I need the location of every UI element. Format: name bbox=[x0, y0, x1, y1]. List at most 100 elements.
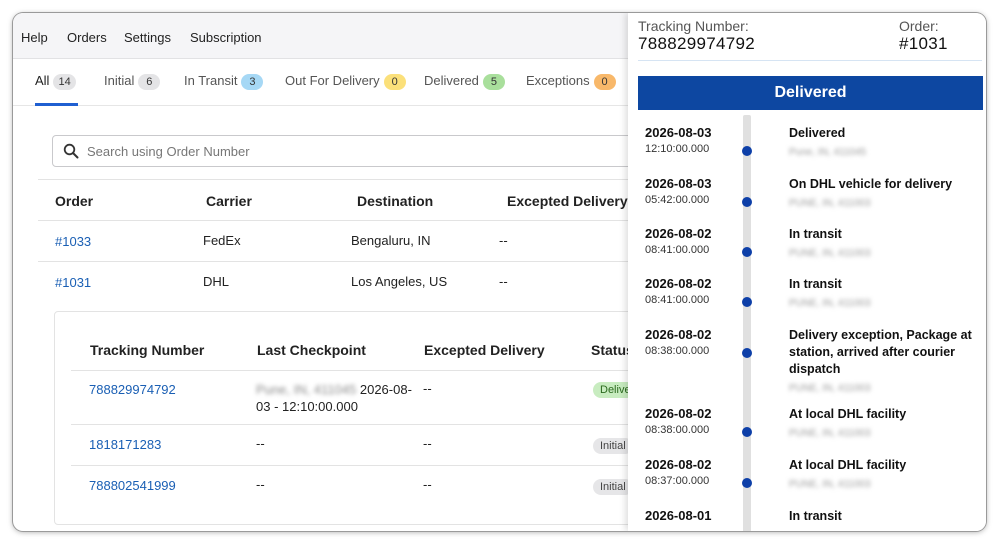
carrier-cell: DHL bbox=[203, 274, 230, 289]
event-location: PUNE, IN, 411003 bbox=[789, 248, 871, 259]
col-header-carrier[interactable]: Carrier bbox=[206, 193, 252, 209]
expected-delivery-cell: -- bbox=[499, 233, 508, 248]
tab-delivered[interactable]: Delivered 5 bbox=[424, 73, 505, 90]
divider bbox=[638, 60, 982, 61]
event-description: Delivery exception, Package at station, … bbox=[789, 327, 979, 397]
active-tab-indicator bbox=[35, 103, 78, 106]
col-header-tracking-number[interactable]: Tracking Number bbox=[90, 342, 204, 358]
tab-count-badge: 6 bbox=[138, 74, 161, 90]
event-description: In transit PUNE, IN, 411003 bbox=[789, 226, 979, 262]
expected-delivery-cell: -- bbox=[499, 274, 508, 289]
event-title: At local DHL facility bbox=[789, 458, 907, 472]
event-date: 2026-08-02 bbox=[645, 406, 712, 421]
tab-initial[interactable]: Initial 6 bbox=[104, 73, 161, 90]
tab-out-for-delivery[interactable]: Out For Delivery 0 bbox=[285, 73, 406, 90]
last-checkpoint-cell: Pune, IN, 411045 2026-08- 03 - 12:10:00.… bbox=[256, 381, 412, 415]
tab-label: Delivered bbox=[424, 73, 479, 88]
status-badge: Initial bbox=[593, 479, 633, 495]
event-location: PUNE, IN, 411003 bbox=[789, 383, 871, 394]
timeline-dot bbox=[742, 478, 752, 488]
event-location: PUNE, IN, 411003 bbox=[789, 428, 871, 439]
search-input[interactable] bbox=[85, 140, 629, 162]
divider bbox=[38, 179, 628, 180]
tab-label: Initial bbox=[104, 73, 135, 88]
divider bbox=[71, 465, 645, 466]
tab-count-badge: 3 bbox=[241, 74, 264, 90]
col-header-order[interactable]: Order bbox=[55, 193, 93, 209]
tracking-number-link[interactable]: 788829974792 bbox=[89, 382, 176, 397]
checkpoint-time: 2026-08- bbox=[359, 382, 412, 397]
divider bbox=[38, 261, 628, 262]
tracking-number-link[interactable]: 788802541999 bbox=[89, 478, 176, 493]
event-title: On DHL vehicle for delivery bbox=[789, 177, 953, 191]
event-description: On DHL vehicle for delivery PUNE, IN, 411… bbox=[789, 176, 979, 212]
tab-label: Out For Delivery bbox=[285, 73, 380, 88]
event-date: 2026-08-03 bbox=[645, 176, 712, 191]
nav-settings[interactable]: Settings bbox=[124, 30, 171, 45]
expected-delivery-cell: -- bbox=[423, 381, 432, 396]
tab-all[interactable]: All 14 bbox=[35, 73, 76, 90]
nav-help[interactable]: Help bbox=[21, 30, 48, 45]
status-badge: Initial bbox=[593, 438, 633, 454]
col-header-last-checkpoint[interactable]: Last Checkpoint bbox=[257, 342, 366, 358]
checkpoint-location: Pune, IN, 411045 bbox=[256, 382, 357, 397]
timeline-track bbox=[743, 115, 751, 531]
event-location: PUNE, IN, 411003 bbox=[789, 479, 871, 490]
event-date: 2026-08-02 bbox=[645, 226, 712, 241]
nav-subscription[interactable]: Subscription bbox=[190, 30, 262, 45]
search-icon bbox=[63, 143, 79, 159]
timeline-dot bbox=[742, 297, 752, 307]
tracking-subtable: Tracking Number Last Checkpoint Excepted… bbox=[54, 311, 654, 525]
last-checkpoint-cell: -- bbox=[256, 477, 265, 492]
event-location: PUNE, IN, 411003 bbox=[789, 298, 871, 309]
event-description: At local DHL facility PUNE, IN, 411003 bbox=[789, 406, 979, 442]
tab-label: In Transit bbox=[184, 73, 238, 88]
top-nav: Help Orders Settings Subscription bbox=[13, 13, 628, 59]
checkpoint-time: 03 - 12:10:00.000 bbox=[256, 399, 358, 414]
event-title: Delivered bbox=[789, 126, 846, 140]
status-tabs: All 14 Initial 6 In Transit 3 Out For Deliv… bbox=[13, 59, 628, 106]
event-date: 2026-08-03 bbox=[645, 125, 712, 140]
last-checkpoint-cell: -- bbox=[256, 436, 265, 451]
tab-count-badge: 14 bbox=[53, 74, 76, 90]
timeline-dot bbox=[742, 247, 752, 257]
tracking-detail-drawer: Tracking Number: 788829974792 Order: #10… bbox=[628, 13, 986, 531]
carrier-cell: FedEx bbox=[203, 233, 241, 248]
tracking-number-value: 788829974792 bbox=[638, 34, 756, 53]
col-header-expected-delivery[interactable]: Excepted Delivery bbox=[424, 342, 545, 358]
tracking-number-link[interactable]: 1818171283 bbox=[89, 437, 161, 452]
col-header-destination[interactable]: Destination bbox=[357, 193, 433, 209]
divider bbox=[71, 424, 645, 425]
order-link[interactable]: #1033 bbox=[55, 234, 91, 249]
destination-cell: Bengaluru, IN bbox=[351, 233, 431, 248]
tracking-number-label: Tracking Number: bbox=[638, 18, 749, 34]
tab-count-badge: 0 bbox=[383, 74, 406, 90]
event-time: 12:10:00.000 bbox=[645, 143, 710, 155]
divider bbox=[71, 370, 645, 371]
timeline-dot bbox=[742, 197, 752, 207]
order-link[interactable]: #1031 bbox=[55, 275, 91, 290]
col-header-expected-delivery[interactable]: Excepted Delivery bbox=[507, 193, 628, 209]
tab-in-transit[interactable]: In Transit 3 bbox=[184, 73, 264, 90]
event-title: In transit bbox=[789, 277, 842, 291]
event-time: 08:41:00.000 bbox=[645, 294, 710, 306]
timeline-dot bbox=[742, 146, 752, 156]
event-title: At local DHL facility bbox=[789, 407, 907, 421]
event-time: 08:37:00.000 bbox=[645, 475, 710, 487]
timeline-dot bbox=[742, 427, 752, 437]
event-time: 08:38:00.000 bbox=[645, 345, 710, 357]
order-label: Order: bbox=[899, 18, 939, 34]
event-title: In transit bbox=[789, 509, 842, 523]
event-location: Pune, IN, 411045 bbox=[789, 147, 867, 158]
event-time: 05:42:00.000 bbox=[645, 194, 710, 206]
tab-label: All bbox=[35, 73, 50, 88]
event-time: 08:38:00.000 bbox=[645, 424, 710, 436]
event-title: In transit bbox=[789, 227, 842, 241]
tab-exceptions[interactable]: Exceptions 0 bbox=[526, 73, 616, 90]
event-date: 2026-08-02 bbox=[645, 327, 712, 342]
tab-count-badge: 5 bbox=[482, 74, 505, 90]
expected-delivery-cell: -- bbox=[423, 477, 432, 492]
event-time: 08:41:00.000 bbox=[645, 244, 710, 256]
nav-orders[interactable]: Orders bbox=[67, 30, 107, 45]
app-window: Help Orders Settings Subscription All 14 … bbox=[13, 13, 986, 531]
